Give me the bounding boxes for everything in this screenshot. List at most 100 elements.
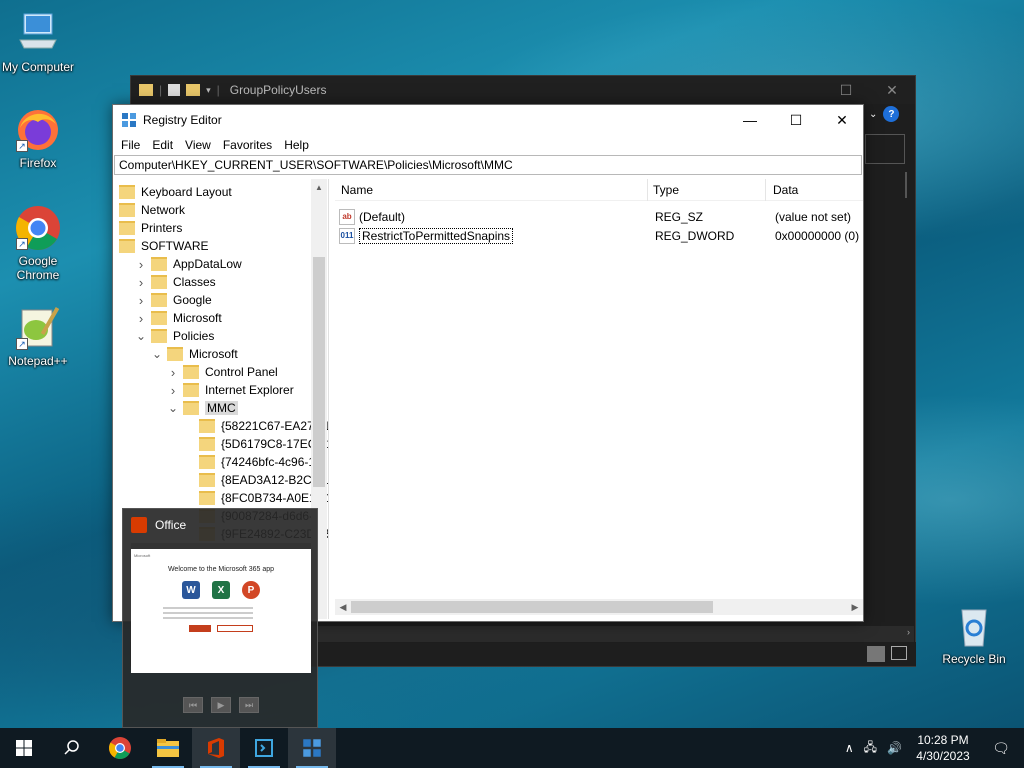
search-button[interactable] bbox=[48, 728, 96, 768]
tree-node-label: Google bbox=[173, 293, 212, 307]
volume-icon[interactable]: 🔊 bbox=[881, 741, 908, 755]
expand-chevron-icon[interactable]: › bbox=[167, 365, 179, 380]
regedit-titlebar[interactable]: Registry Editor — ☐ ✕ bbox=[113, 105, 863, 135]
tree-node[interactable]: Printers bbox=[119, 219, 182, 237]
tree-node[interactable]: › AppDataLow bbox=[135, 255, 242, 273]
expand-chevron-icon[interactable]: › bbox=[135, 293, 147, 308]
scroll-right-arrow-icon[interactable]: ▶ bbox=[847, 599, 863, 615]
collapse-chevron-icon[interactable]: ⌄ bbox=[135, 329, 147, 343]
show-hidden-icons-icon[interactable]: ∧ bbox=[839, 741, 860, 755]
values-pane[interactable]: Name Type Data ab (Default) REG_SZ (valu… bbox=[335, 179, 863, 619]
scrollbar-thumb[interactable] bbox=[313, 257, 325, 487]
previous-track-icon[interactable]: ⏮ bbox=[183, 697, 203, 713]
tree-node[interactable]: {8FC0B734-A0E1-11 bbox=[183, 489, 328, 507]
tree-node[interactable]: ⌄ Policies bbox=[135, 327, 214, 345]
office-icon bbox=[131, 517, 147, 533]
explorer-titlebar[interactable]: | ▾ | GroupPolicyUsers ☐ ✕ bbox=[131, 76, 915, 104]
column-header-type[interactable]: Type bbox=[653, 183, 679, 197]
desktop-icon-firefox[interactable]: ↗ Firefox bbox=[0, 106, 76, 170]
desktop-icon-recycle-bin[interactable]: Recycle Bin bbox=[936, 602, 1012, 666]
preview-thumbnail[interactable]: Microsoft Welcome to the Microsoft 365 a… bbox=[131, 543, 311, 673]
help-icon[interactable]: ? bbox=[883, 106, 900, 122]
scrollbar-thumb[interactable] bbox=[351, 601, 713, 613]
scroll-left-arrow-icon[interactable]: ◀ bbox=[335, 599, 351, 615]
tree-node[interactable]: ⌄ MMC bbox=[167, 399, 238, 417]
tree-node-label: AppDataLow bbox=[173, 257, 242, 271]
desktop-icon-label: Firefox bbox=[19, 156, 57, 170]
tree-node[interactable]: Network bbox=[119, 201, 185, 219]
taskbar-file-explorer[interactable] bbox=[144, 728, 192, 768]
explorer-maximize-button[interactable]: ☐ bbox=[823, 76, 869, 104]
scroll-right-arrow-icon[interactable]: › bbox=[907, 627, 910, 637]
desktop-icon-label: My Computer bbox=[1, 60, 75, 74]
expand-chevron-icon[interactable]: › bbox=[135, 275, 147, 290]
folder-icon bbox=[199, 455, 215, 469]
menu-favorites[interactable]: Favorites bbox=[217, 138, 278, 152]
taskbar-office[interactable] bbox=[192, 728, 240, 768]
tree-node[interactable]: SOFTWARE bbox=[119, 237, 209, 255]
start-button[interactable] bbox=[0, 728, 48, 768]
taskbar-registry-editor[interactable] bbox=[288, 728, 336, 768]
notifications-icon[interactable]: 🗨 bbox=[978, 740, 1024, 757]
folder-icon bbox=[119, 203, 135, 217]
tree-node[interactable]: Keyboard Layout bbox=[119, 183, 232, 201]
quick-access-dropdown-icon[interactable]: ▾ bbox=[206, 85, 211, 96]
explorer-scrollbar[interactable] bbox=[905, 172, 907, 198]
tree-node[interactable]: › Internet Explorer bbox=[167, 381, 294, 399]
powerpoint-icon: P bbox=[242, 581, 260, 599]
desktop-icon-chrome[interactable]: ↗ Google Chrome bbox=[0, 204, 76, 282]
tree-node[interactable]: › Classes bbox=[135, 273, 216, 291]
collapse-chevron-icon[interactable]: ⌄ bbox=[151, 347, 163, 361]
taskbar-chrome[interactable] bbox=[96, 728, 144, 768]
expand-chevron-icon[interactable]: › bbox=[135, 257, 147, 272]
tree-node[interactable]: {58221C67-EA27-11 bbox=[183, 417, 328, 435]
tree-node[interactable]: {74246bfc-4c96-11d bbox=[183, 453, 328, 471]
tree-node[interactable]: {5D6179C8-17EC-11 bbox=[183, 435, 328, 453]
menu-help[interactable]: Help bbox=[278, 138, 315, 152]
address-path: Computer\HKEY_CURRENT_USER\SOFTWARE\Poli… bbox=[119, 158, 513, 172]
menu-view[interactable]: View bbox=[179, 138, 217, 152]
window-title: Registry Editor bbox=[143, 113, 222, 127]
new-folder-icon[interactable] bbox=[186, 84, 201, 96]
collapse-chevron-icon[interactable]: ⌄ bbox=[167, 401, 179, 415]
menu-file[interactable]: File bbox=[115, 138, 146, 152]
minimize-button[interactable]: — bbox=[727, 105, 773, 135]
tree-node[interactable]: › Google bbox=[135, 291, 212, 309]
column-header-data[interactable]: Data bbox=[773, 183, 798, 197]
tree-node[interactable]: ⌄ Microsoft bbox=[151, 345, 238, 363]
network-icon[interactable]: 🖧 bbox=[860, 738, 881, 759]
tree-node[interactable]: › Microsoft bbox=[135, 309, 222, 327]
explorer-search-box[interactable] bbox=[865, 134, 905, 164]
large-icons-view-icon[interactable] bbox=[891, 646, 907, 660]
desktop-icon-notepadpp[interactable]: ↗ Notepad++ bbox=[0, 304, 76, 368]
value-row[interactable]: ab (Default) REG_SZ (value not set) bbox=[337, 207, 863, 226]
maximize-button[interactable]: ☐ bbox=[773, 105, 819, 135]
values-horizontal-scrollbar[interactable]: ◀ ▶ bbox=[335, 599, 863, 615]
explorer-close-button[interactable]: ✕ bbox=[869, 76, 915, 104]
menu-edit[interactable]: Edit bbox=[146, 138, 179, 152]
expand-chevron-icon[interactable]: › bbox=[167, 383, 179, 398]
desktop-icon-label: Google Chrome bbox=[16, 254, 60, 282]
preview-heading: Welcome to the Microsoft 365 app bbox=[167, 566, 275, 573]
tree-node[interactable]: {8EAD3A12-B2C1-1 bbox=[183, 471, 328, 489]
expand-ribbon-icon[interactable]: ⌄ bbox=[869, 109, 877, 120]
play-icon[interactable]: ▶ bbox=[211, 697, 231, 713]
value-row[interactable]: 011 RestrictToPermittedSnapins REG_DWORD… bbox=[337, 226, 863, 245]
next-track-icon[interactable]: ⏭ bbox=[239, 697, 259, 713]
taskbar-vscode[interactable] bbox=[240, 728, 288, 768]
explorer-hscroll[interactable]: › bbox=[318, 626, 914, 642]
expand-chevron-icon[interactable]: › bbox=[135, 311, 147, 326]
tree-node[interactable]: › Control Panel bbox=[167, 363, 278, 381]
desktop-icon-my-computer[interactable]: My Computer bbox=[0, 10, 76, 74]
notepadpp-icon: ↗ bbox=[14, 304, 62, 352]
column-header-name[interactable]: Name bbox=[341, 183, 373, 197]
address-bar[interactable]: Computer\HKEY_CURRENT_USER\SOFTWARE\Poli… bbox=[114, 155, 862, 175]
details-view-icon[interactable] bbox=[867, 646, 885, 662]
file-explorer-icon bbox=[157, 739, 179, 757]
value-data: (value not set) bbox=[775, 209, 852, 224]
office-taskbar-preview[interactable]: Office Microsoft Welcome to the Microsof… bbox=[122, 508, 318, 728]
close-button[interactable]: ✕ bbox=[819, 105, 865, 135]
scroll-up-arrow-icon[interactable]: ▲ bbox=[311, 179, 327, 195]
properties-icon[interactable] bbox=[168, 84, 181, 96]
clock[interactable]: 10:28 PM 4/30/2023 bbox=[908, 732, 978, 764]
